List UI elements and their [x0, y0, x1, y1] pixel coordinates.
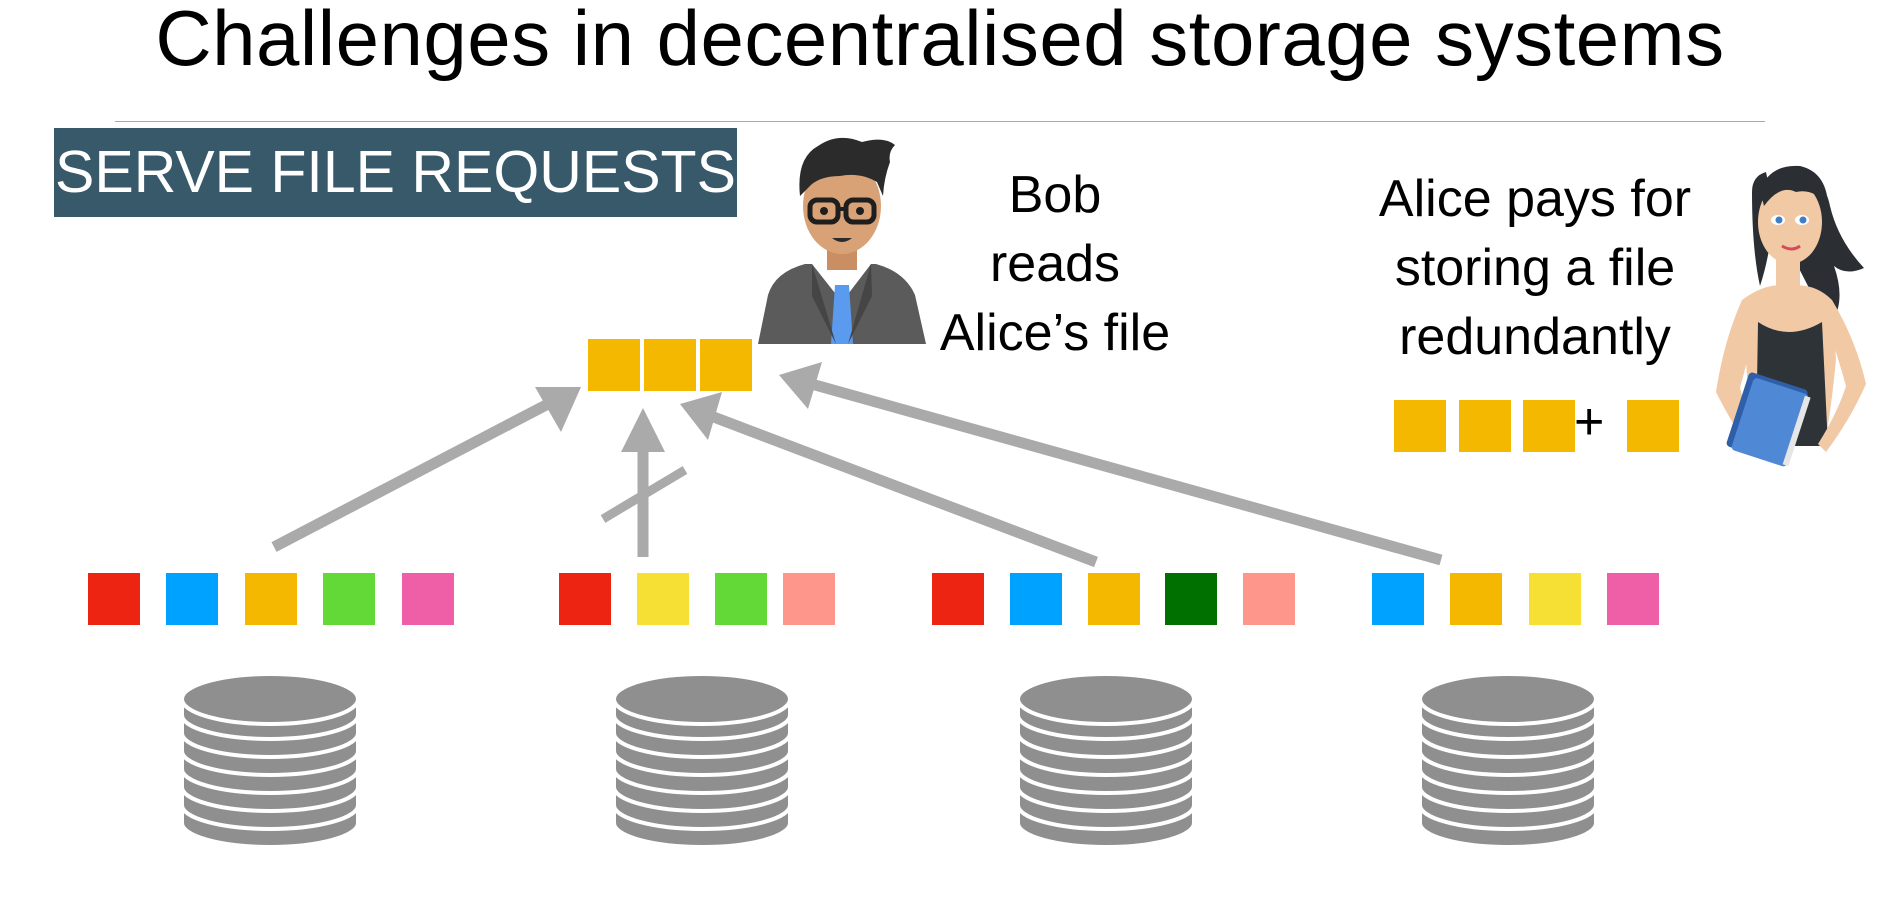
alice-avatar-icon	[1716, 165, 1866, 467]
storage-node-2-disk-icon	[612, 672, 792, 849]
storage-node-3-disk-icon	[1016, 672, 1196, 849]
request-arrow-icon	[779, 362, 1443, 566]
request-arrow-icon	[680, 392, 1098, 568]
bob-avatar-icon	[758, 137, 926, 344]
storage-node-1-disk-icon	[180, 672, 360, 849]
blocked-request-arrow-icon	[600, 408, 688, 557]
diagram-graphics	[180, 137, 1866, 849]
storage-node-4-disk-icon	[1418, 672, 1598, 849]
request-arrow-icon	[271, 387, 581, 552]
